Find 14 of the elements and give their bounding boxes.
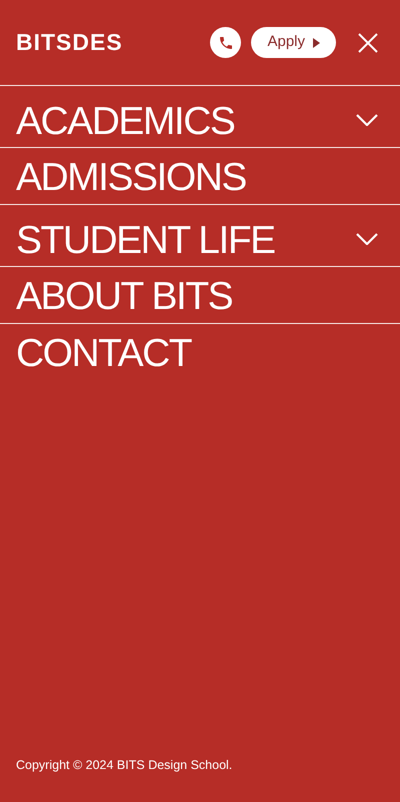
chevron-down-icon[interactable] [356,114,378,126]
caret-icon [313,38,320,48]
phone-icon [218,34,234,50]
phone-button[interactable] [210,27,242,58]
close-icon [358,32,378,52]
menu-link[interactable]: ACADEMICS [16,102,234,141]
menu-link[interactable]: ADMISSIONS [16,158,246,196]
logo[interactable]: BITSDES [16,25,123,60]
menu-link[interactable]: STUDENT LIFE [16,221,275,260]
menu-link[interactable]: CONTACT [16,334,192,373]
chevron-down-icon[interactable] [356,232,378,244]
apply-button[interactable]: Apply [251,27,336,58]
menu-link[interactable]: ABOUT BITS [16,276,232,316]
copyright-text: Copyright © 2024 BITS Design School. [16,758,232,772]
